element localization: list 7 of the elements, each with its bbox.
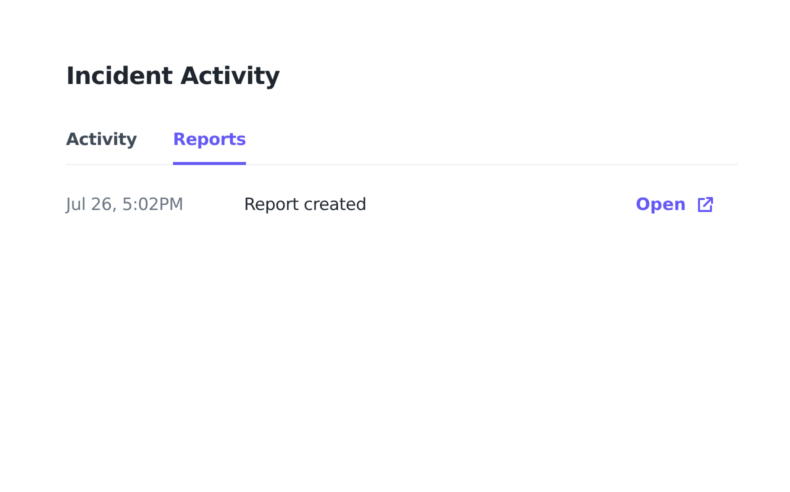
open-link[interactable]: Open — [636, 195, 714, 215]
tab[interactable]: Activity — [66, 130, 137, 165]
report-description: Report created — [244, 195, 368, 215]
tab[interactable]: Reports — [172, 130, 246, 165]
report-time: Jul 26, 5:02PM — [66, 195, 184, 215]
page-title: Incident Activity — [66, 62, 281, 90]
external-link-icon — [696, 196, 714, 214]
